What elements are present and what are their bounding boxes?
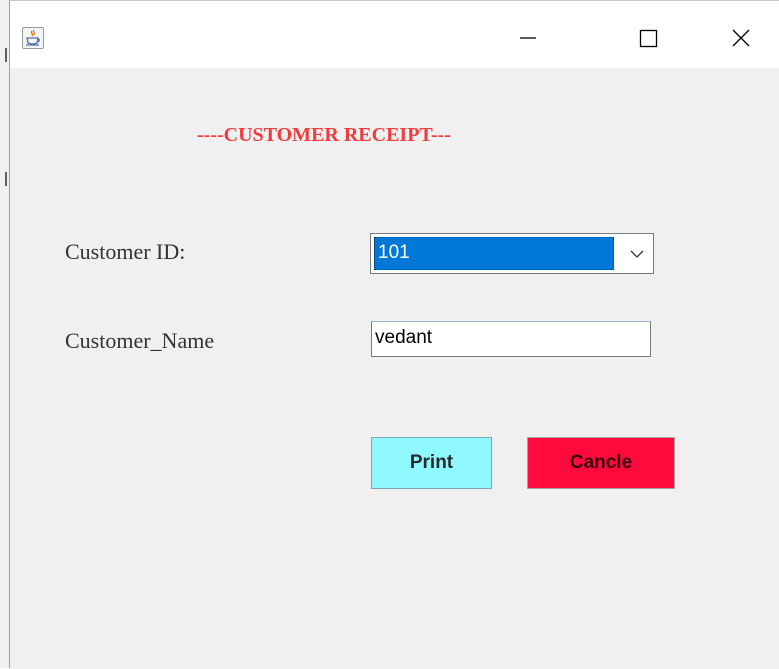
edge-marker	[5, 48, 7, 62]
screen: ----CUSTOMER RECEIPT--- Customer ID: 101…	[0, 0, 779, 669]
customer-id-selected-value[interactable]: 101	[374, 237, 614, 270]
page-title: ----CUSTOMER RECEIPT---	[197, 124, 451, 146]
customer-id-label: Customer ID:	[65, 239, 186, 264]
cancel-button[interactable]: Cancle	[527, 437, 675, 489]
customer-name-label: Customer_Name	[65, 328, 215, 353]
minimize-button[interactable]	[505, 18, 551, 58]
title-bar[interactable]	[10, 1, 779, 68]
close-icon	[732, 29, 750, 47]
maximize-icon	[639, 29, 658, 48]
maximize-button[interactable]	[625, 18, 671, 58]
minimize-icon	[520, 37, 536, 39]
print-button[interactable]: Print	[371, 437, 492, 489]
customer-id-dropdown[interactable]: 101	[370, 233, 654, 274]
java-cup-icon[interactable]	[22, 27, 44, 49]
customer-name-field[interactable]: vedant	[371, 321, 651, 357]
close-button[interactable]	[718, 18, 764, 58]
chevron-down-icon[interactable]	[629, 246, 645, 262]
receipt-window: ----CUSTOMER RECEIPT--- Customer ID: 101…	[10, 0, 779, 669]
form-panel: ----CUSTOMER RECEIPT--- Customer ID: 101…	[10, 68, 779, 669]
edge-marker	[5, 172, 7, 186]
background-window-edge	[0, 0, 10, 668]
